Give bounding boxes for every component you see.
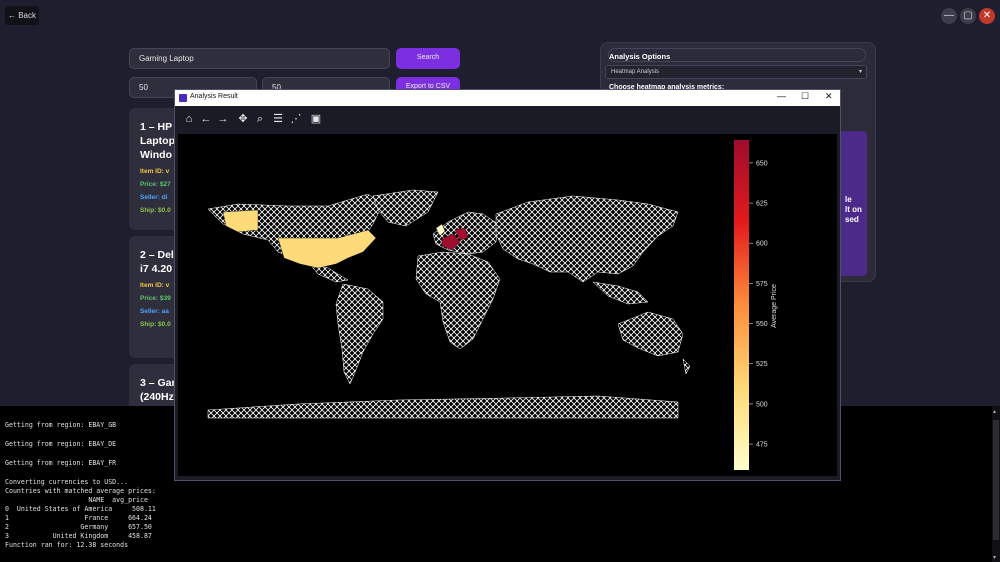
card-price: Price: $27	[140, 181, 171, 188]
colorbar-label: Average Price	[771, 284, 778, 328]
colorbar-tick-label: 475	[756, 442, 768, 449]
forward-arrow-icon[interactable]: →	[216, 112, 230, 126]
colorbar	[734, 140, 749, 470]
window-minimize-button[interactable]: —	[777, 91, 786, 101]
back-arrow-icon[interactable]: ←	[199, 112, 213, 126]
chevron-down-icon: ▾	[858, 69, 862, 75]
card-shipping: Ship: $0.0	[140, 321, 171, 328]
card-title-line: Windo	[140, 149, 172, 161]
no-data-land	[207, 189, 691, 419]
colorbar-tick-label: 650	[756, 160, 768, 167]
heatmap-plot: 475 500 525 550 575 600 625 650 Average Price	[178, 134, 837, 476]
colorbar-tick-label: 525	[756, 361, 768, 368]
configure-icon[interactable]: ☰	[271, 112, 285, 126]
search-input[interactable]: Gaming Laptop	[129, 48, 390, 69]
colorbar-tick-label: 600	[756, 241, 768, 248]
axes-icon[interactable]: ⋰	[289, 112, 303, 126]
terminal-line: Getting from region: EBAY_DE	[5, 440, 117, 448]
colorbar-tick-label: 500	[756, 401, 768, 408]
result-card-2[interactable]: 2 – Del i7 4.20 Item ID: v Price: $39 Se…	[129, 236, 177, 358]
card-item-id: Item ID: v	[140, 168, 170, 175]
window-close-button[interactable]: ✕	[825, 91, 833, 102]
terminal-scrollbar[interactable]: ▴ ▾	[992, 406, 1000, 562]
window-title: Analysis Result	[190, 93, 238, 100]
card-item-id: Item ID: v	[140, 282, 170, 289]
terminal-line: 0 United States of America 508.11	[5, 505, 156, 513]
card-title-line: (240Hz	[140, 391, 174, 403]
antarctica-land	[207, 395, 679, 419]
greenland-land	[372, 189, 439, 227]
colorbar-ticks: 475 500 525 550 575 600 625 650	[749, 160, 768, 449]
australia-land	[617, 311, 684, 357]
window-titlebar[interactable]: Analysis Result — ☐ ✕	[175, 90, 840, 106]
card-shipping: Ship: $0.0	[140, 207, 171, 214]
terminal-line: Getting from region: EBAY_FR	[5, 459, 117, 467]
analysis-type-dropdown[interactable]: Heatmap Analysis ▾	[605, 65, 867, 79]
pan-icon[interactable]: ✥	[236, 112, 250, 126]
result-card-1[interactable]: 1 – HP Laptop Windo Item ID: v Price: $2…	[129, 108, 177, 230]
back-button[interactable]: ← Back	[5, 6, 39, 25]
close-button[interactable]: ✕	[979, 8, 995, 24]
heatmap-svg: 475 500 525 550 575 600 625 650 Average Price	[207, 140, 778, 470]
terminal-line: Function ran for: 12.38 seconds	[5, 541, 129, 549]
panel-heading: Analysis Options	[609, 52, 671, 61]
new-zealand-land	[682, 358, 691, 375]
save-icon[interactable]: ▣	[309, 112, 323, 126]
colorbar-tick-label: 550	[756, 321, 768, 328]
dropdown-value: Heatmap Analysis	[611, 69, 660, 75]
card-seller: Seller: di	[140, 194, 168, 201]
card-title-line: 1 – HP	[140, 121, 173, 133]
terminal-line: Converting currencies to USD...	[5, 478, 129, 486]
terminal-line: Countries with matched average prices:	[5, 487, 156, 495]
minimize-button[interactable]: —	[941, 8, 957, 24]
maximize-button[interactable]: ▢	[960, 8, 976, 24]
terminal-line: 1 France 664.24	[5, 514, 152, 522]
zoom-icon[interactable]: ⌕	[253, 112, 267, 126]
colorbar-tick-label: 575	[756, 281, 768, 288]
terminal-line: Getting from region: EBAY_GB	[5, 421, 117, 429]
card-title-line: 3 – Gar	[140, 377, 176, 389]
card-price: Price: $39	[140, 295, 171, 302]
card-title-line: 2 – Del	[140, 249, 174, 261]
card-title-line: Laptop	[140, 135, 175, 147]
terminal-line: 3 United Kingdom 458.87	[5, 532, 152, 540]
asia-land	[495, 195, 679, 283]
plot-toolbar: ⌂ ← → ✥ ⌕ ☰ ⋰ ▣	[175, 106, 840, 134]
colorbar-tick-label: 625	[756, 201, 768, 208]
analysis-result-window: Analysis Result — ☐ ✕ ⌂ ← → ✥ ⌕ ☰ ⋰ ▣ 47…	[174, 89, 841, 481]
africa-land	[415, 251, 501, 350]
south-america-land	[335, 283, 384, 385]
card-title-line: i7 4.20	[140, 263, 173, 275]
home-icon[interactable]: ⌂	[182, 112, 196, 126]
panel-peek-text: le lt on sed	[845, 195, 862, 224]
window-maximize-button[interactable]: ☐	[801, 91, 809, 102]
terminal-line: 2 Germany 657.50	[5, 523, 152, 531]
app-icon	[179, 94, 187, 102]
search-button[interactable]: Search	[396, 48, 460, 69]
southeast-asia-land	[592, 281, 649, 305]
card-seller: Seller: aa	[140, 308, 169, 315]
terminal-line: NAME avg_price	[5, 496, 148, 504]
